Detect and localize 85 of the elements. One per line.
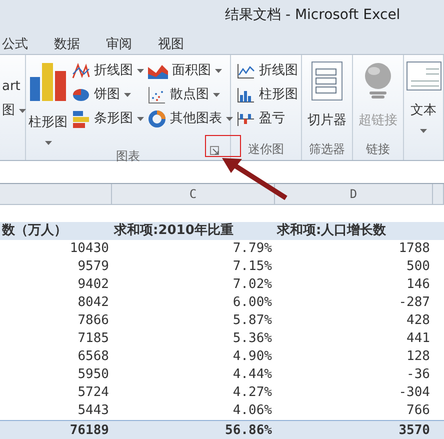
table-cell-text: 4.90%: [232, 348, 273, 366]
ribbon-tab[interactable]: 数据: [52, 32, 92, 54]
table-cell-text: 8042: [76, 294, 110, 312]
ribbon-button[interactable]: 柱形图: [26, 59, 70, 146]
column-sparkline-icon: [237, 87, 255, 103]
ribbon-button[interactable]: 切片器: [306, 59, 348, 132]
group-label: 图表: [116, 148, 140, 164]
table-cell-text: 7185: [76, 330, 110, 348]
line-chart-icon: [72, 62, 90, 80]
highlight-frame: [205, 135, 241, 157]
table-cell-text: -36: [406, 366, 431, 384]
pointer-arrow: [220, 156, 290, 200]
launcher-icon: [210, 146, 218, 155]
table-cell-text: 7866: [76, 312, 110, 330]
donut-chart-icon: [148, 110, 166, 128]
slicer-icon: [311, 61, 343, 101]
table-cell-text: 6568: [76, 348, 110, 366]
sparkline-icon: [237, 63, 255, 79]
text-box-icon: [406, 61, 442, 91]
ribbon-button[interactable]: 盈亏: [235, 107, 300, 131]
ribbon-button[interactable]: 图: [0, 99, 28, 123]
header-cell-text: 数（万人）: [0, 222, 68, 240]
caret-icon: [44, 140, 52, 144]
group-label: 筛选器: [309, 141, 345, 158]
total-cell-text: 3570: [398, 422, 431, 439]
ribbon-tab[interactable]: 审阅: [104, 32, 144, 54]
table-cell-text: 9579: [76, 258, 110, 276]
total-cell-text: 76189: [68, 422, 110, 439]
ribbon-tab[interactable]: 公式: [0, 32, 40, 54]
table-cell-text: 5950: [76, 366, 110, 384]
caret-icon: [213, 93, 220, 97]
ribbon-button[interactable]: 折线图: [70, 59, 146, 83]
table-cell-text: 766: [406, 402, 431, 420]
table-cell-text: 428: [406, 312, 431, 330]
ribbon-button[interactable]: 柱形图: [235, 83, 300, 107]
column-header: C: [189, 186, 197, 203]
table-cell-text: 1788: [398, 240, 431, 258]
total-cell-text: 56.86%: [224, 422, 273, 439]
table-cell-text: 10430: [68, 240, 110, 258]
table-cell-text: 500: [406, 258, 431, 276]
caret-icon: [420, 128, 427, 132]
ribbon-button[interactable]: 文本: [404, 59, 444, 134]
ribbon-button[interactable]: 其他图表: [146, 107, 235, 131]
table-cell-text: 5443: [76, 402, 110, 420]
window-title: 结果文档 - Microsoft Excel: [225, 7, 400, 23]
table-cell-text: 4.06%: [232, 402, 273, 420]
caret-icon: [215, 69, 222, 73]
table-cell-text: 6.00%: [232, 294, 273, 312]
header-cell-text: 求和项:2010年比重: [112, 222, 234, 240]
table-cell-text: 4.27%: [232, 384, 273, 402]
table-cell-text: 5724: [76, 384, 110, 402]
bar-chart-icon: [72, 110, 90, 128]
header-cell-text: 求和项:人口增长数: [276, 222, 388, 240]
table-cell-text: 5.36%: [232, 330, 273, 348]
group-label: 迷你图: [248, 141, 284, 158]
pie-chart-icon: [72, 87, 90, 103]
caret-icon: [19, 109, 26, 113]
ribbon-button[interactable]: 散点图: [146, 83, 235, 107]
ribbon-tab[interactable]: 视图: [156, 32, 196, 54]
table-cell-text: 9402: [76, 276, 110, 294]
column-chart-icon: [28, 61, 68, 103]
table-cell-text: 7.15%: [232, 258, 273, 276]
column-header: D: [350, 186, 358, 203]
group-label: 链接: [366, 141, 390, 158]
scatter-chart-icon: [148, 86, 166, 104]
table-cell-text: -287: [398, 294, 431, 312]
caret-icon: [137, 69, 144, 73]
table-cell-text: 5.87%: [232, 312, 273, 330]
table-cell-text: 441: [406, 330, 431, 348]
ribbon-button[interactable]: 饼图: [70, 83, 146, 107]
table-cell-text: 7.02%: [232, 276, 273, 294]
table-cell-text: 128: [406, 348, 431, 366]
ribbon-button[interactable]: 面积图: [146, 59, 235, 83]
ribbon-button[interactable]: 条形图: [70, 107, 146, 131]
table-cell-text: 4.44%: [232, 366, 273, 384]
table-cell-text: 7.79%: [232, 240, 273, 258]
caret-icon: [124, 93, 131, 97]
caret-icon: [137, 117, 144, 121]
caret-icon: [226, 117, 233, 121]
win-loss-icon: [237, 111, 255, 127]
table-cell-text: -304: [398, 384, 431, 402]
table-cell-text: 146: [406, 276, 431, 294]
ribbon-button[interactable]: 折线图: [235, 59, 300, 83]
ribbon-button[interactable]: art: [0, 75, 28, 99]
area-chart-icon: [148, 63, 168, 79]
